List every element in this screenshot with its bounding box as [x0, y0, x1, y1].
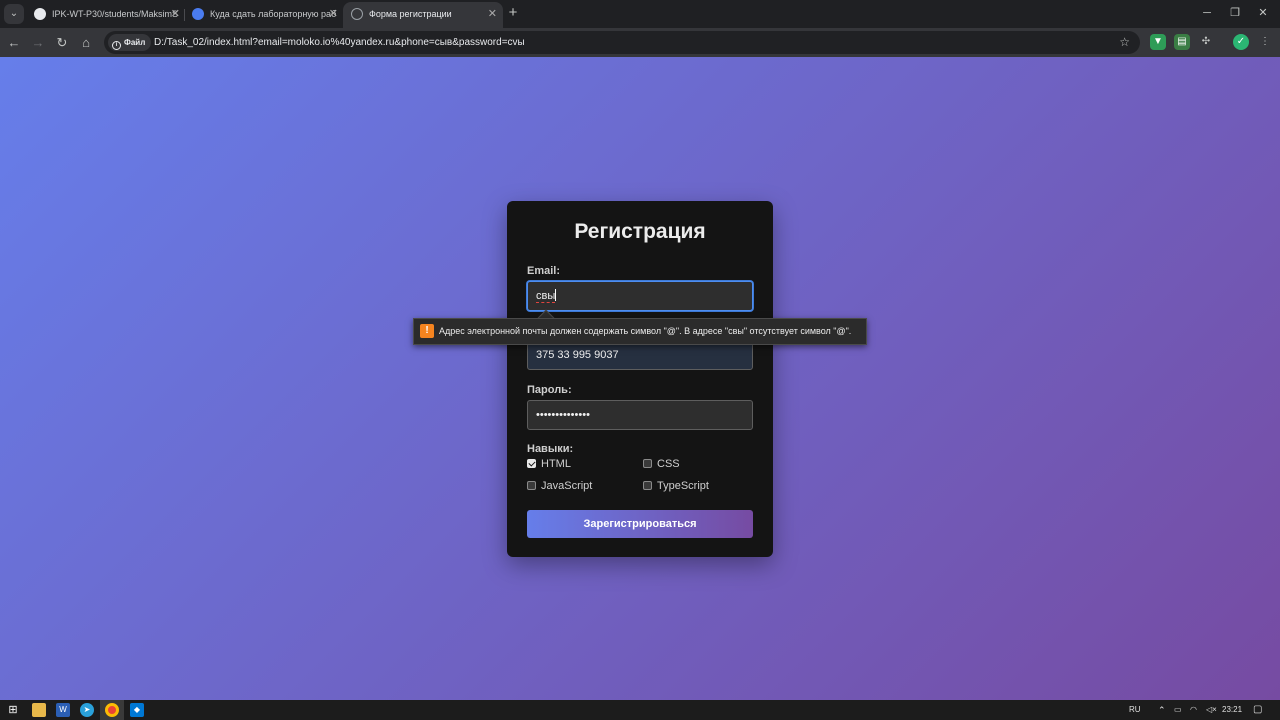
- skill-label: TypeScript: [657, 480, 709, 492]
- app-icon: [192, 8, 204, 20]
- password-value: ••••••••••••••: [536, 409, 590, 421]
- text-caret: [555, 289, 557, 301]
- more-menu-icon[interactable]: ⋮: [1257, 34, 1273, 50]
- shield-extension-icon[interactable]: ▼: [1150, 34, 1166, 50]
- clock-time[interactable]: 23:21: [1222, 700, 1242, 720]
- email-label: Email:: [527, 265, 561, 277]
- language-indicator[interactable]: RU: [1129, 700, 1141, 720]
- tab-registration-form[interactable]: Форма регистрации ✕: [343, 2, 503, 28]
- checkbox-icon[interactable]: [643, 459, 652, 468]
- battery-icon[interactable]: ▭: [1174, 700, 1182, 720]
- close-icon[interactable]: ✕: [488, 2, 497, 26]
- tab-title: IPK-WT-P30/students/MaksimS: [52, 9, 179, 19]
- close-icon[interactable]: ✕: [329, 2, 338, 26]
- page-viewport: Регистрация Email: свы 375 33 995 9037 П…: [0, 57, 1280, 700]
- tab-search-chevron-icon[interactable]: ⌄: [4, 4, 24, 24]
- new-tab-button[interactable]: +: [505, 5, 521, 21]
- forward-arrow-icon[interactable]: →: [28, 33, 48, 53]
- home-icon[interactable]: ⌂: [76, 33, 96, 53]
- info-icon: i: [112, 41, 121, 50]
- notification-icon[interactable]: ▢: [1253, 700, 1262, 720]
- file-explorer-icon[interactable]: [32, 703, 46, 717]
- skill-label: JavaScript: [541, 480, 593, 492]
- registration-card: Регистрация Email: свы 375 33 995 9037 П…: [507, 201, 773, 557]
- skills-label: Навыки:: [527, 443, 574, 455]
- email-field[interactable]: свы: [527, 281, 753, 311]
- chrome-icon[interactable]: [105, 703, 119, 717]
- puzzle-extensions-icon[interactable]: ✣: [1198, 34, 1214, 50]
- minimize-icon[interactable]: ─: [1192, 4, 1222, 22]
- browser-toolbar: ← → ↻ ⌂ i Файл D:/Task_02/index.html?emai…: [0, 28, 1280, 57]
- volume-muted-icon[interactable]: ◁×: [1206, 700, 1217, 720]
- register-button[interactable]: Зарегистрироваться: [527, 510, 753, 538]
- tab-title: Форма регистрации: [369, 9, 452, 19]
- site-chip-label: Файл: [124, 38, 146, 47]
- restore-icon[interactable]: ❐: [1220, 4, 1250, 22]
- checkbox-icon[interactable]: [527, 481, 536, 490]
- checkbox-icon[interactable]: [643, 481, 652, 490]
- checkbox-checked-icon[interactable]: [527, 459, 536, 468]
- skill-checkbox-javascript[interactable]: JavaScript: [527, 480, 592, 492]
- tab-strip: ⌄ IPK-WT-P30/students/MaksimS ✕ Куда сда…: [0, 0, 1280, 28]
- telegram-icon[interactable]: ➤: [80, 703, 94, 717]
- skill-label: CSS: [657, 458, 680, 470]
- email-value: свы: [536, 290, 556, 303]
- skill-checkbox-css[interactable]: CSS: [643, 458, 680, 470]
- window-close-icon[interactable]: ✕: [1248, 4, 1278, 22]
- close-icon[interactable]: ✕: [171, 2, 180, 26]
- skill-checkbox-typescript[interactable]: TypeScript: [643, 480, 709, 492]
- profile-avatar[interactable]: ✓: [1233, 34, 1249, 50]
- github-icon: [34, 8, 46, 20]
- taskbar: ⊞ W ➤ ◆ RU ⌃ ▭ ◠ ◁× 23:21 ▢: [0, 700, 1280, 720]
- url-text[interactable]: D:/Task_02/index.html?email=moloko.io%40…: [154, 31, 525, 54]
- validation-message: Адрес электронной почты должен содержать…: [439, 326, 852, 336]
- password-field[interactable]: ••••••••••••••: [527, 400, 753, 430]
- back-arrow-icon[interactable]: ←: [4, 33, 24, 53]
- address-bar[interactable]: i Файл D:/Task_02/index.html?email=moloko…: [104, 31, 1140, 54]
- extension-icon[interactable]: ▤: [1174, 34, 1190, 50]
- skill-label: HTML: [541, 458, 571, 470]
- tab-lab-submit[interactable]: Куда сдать лабораторную раб ✕: [184, 2, 344, 28]
- reload-icon[interactable]: ↻: [52, 33, 72, 53]
- page-title: Регистрация: [574, 220, 706, 243]
- tab-title: Куда сдать лабораторную раб: [210, 9, 337, 19]
- word-icon[interactable]: W: [56, 703, 70, 717]
- chevron-up-icon[interactable]: ⌃: [1158, 700, 1166, 720]
- validation-tooltip: ! Адрес электронной почты должен содержа…: [413, 318, 867, 345]
- site-info-chip[interactable]: i Файл: [108, 34, 152, 51]
- bookmark-star-icon[interactable]: ☆: [1119, 31, 1130, 54]
- vscode-icon[interactable]: ◆: [130, 703, 144, 717]
- tab-github[interactable]: IPK-WT-P30/students/MaksimS ✕: [26, 2, 186, 28]
- globe-icon: [351, 8, 363, 20]
- skill-checkbox-html[interactable]: HTML: [527, 458, 571, 470]
- wifi-icon[interactable]: ◠: [1190, 700, 1197, 720]
- warning-icon: !: [420, 324, 434, 338]
- phone-value: 375 33 995 9037: [536, 349, 619, 361]
- windows-start-icon[interactable]: ⊞: [6, 703, 20, 717]
- password-label: Пароль:: [527, 384, 572, 396]
